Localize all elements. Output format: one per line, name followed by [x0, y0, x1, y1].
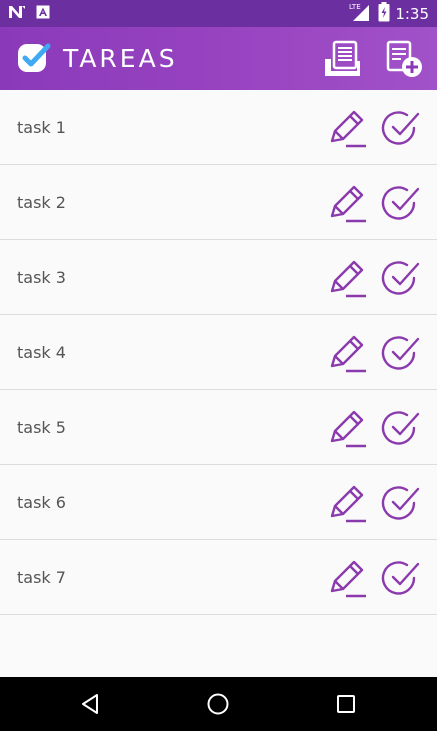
check-circle-icon[interactable] [381, 557, 423, 599]
archive-list-icon[interactable] [322, 39, 362, 79]
task-label: task 6 [17, 493, 66, 512]
a-notification-icon [36, 4, 50, 23]
edit-icon[interactable] [326, 332, 368, 374]
edit-icon[interactable] [326, 107, 368, 149]
task-row[interactable]: task 6 [0, 465, 437, 540]
edit-icon[interactable] [326, 182, 368, 224]
edit-icon[interactable] [326, 557, 368, 599]
check-circle-icon[interactable] [381, 332, 423, 374]
task-list: task 1 task 2 task 3 task 4 task 5 task … [0, 90, 437, 615]
check-circle-icon[interactable] [381, 407, 423, 449]
add-task-icon[interactable] [384, 39, 424, 79]
check-circle-icon[interactable] [381, 107, 423, 149]
home-icon[interactable] [205, 691, 231, 717]
edit-icon[interactable] [326, 257, 368, 299]
task-label: task 4 [17, 343, 66, 362]
check-circle-icon[interactable] [381, 257, 423, 299]
check-badge-icon [16, 41, 52, 77]
task-label: task 3 [17, 268, 66, 287]
task-row[interactable]: task 7 [0, 540, 437, 615]
task-row[interactable]: task 5 [0, 390, 437, 465]
task-label: task 5 [17, 418, 66, 437]
task-row[interactable]: task 1 [0, 90, 437, 165]
signal-icon: LTE [349, 2, 373, 26]
task-row[interactable]: task 4 [0, 315, 437, 390]
recents-icon[interactable] [333, 691, 359, 717]
task-label: task 7 [17, 568, 66, 587]
check-circle-icon[interactable] [381, 482, 423, 524]
edit-icon[interactable] [326, 407, 368, 449]
n-notification-icon [8, 4, 26, 23]
app-bar: TAREAS [0, 27, 437, 90]
back-icon[interactable] [77, 691, 103, 717]
edit-icon[interactable] [326, 482, 368, 524]
task-label: task 1 [17, 118, 66, 137]
app-screen: LTE 1:35 TAREAS task 1 task 2 task 3 tas… [0, 0, 437, 731]
task-row[interactable]: task 2 [0, 165, 437, 240]
task-label: task 2 [17, 193, 66, 212]
task-row[interactable]: task 3 [0, 240, 437, 315]
network-label: LTE [349, 3, 361, 11]
battery-charging-icon [378, 1, 390, 26]
navigation-bar [0, 677, 437, 731]
status-time: 1:35 [395, 4, 429, 23]
page-title: TAREAS [63, 44, 178, 73]
status-bar: LTE 1:35 [0, 0, 437, 27]
check-circle-icon[interactable] [381, 182, 423, 224]
